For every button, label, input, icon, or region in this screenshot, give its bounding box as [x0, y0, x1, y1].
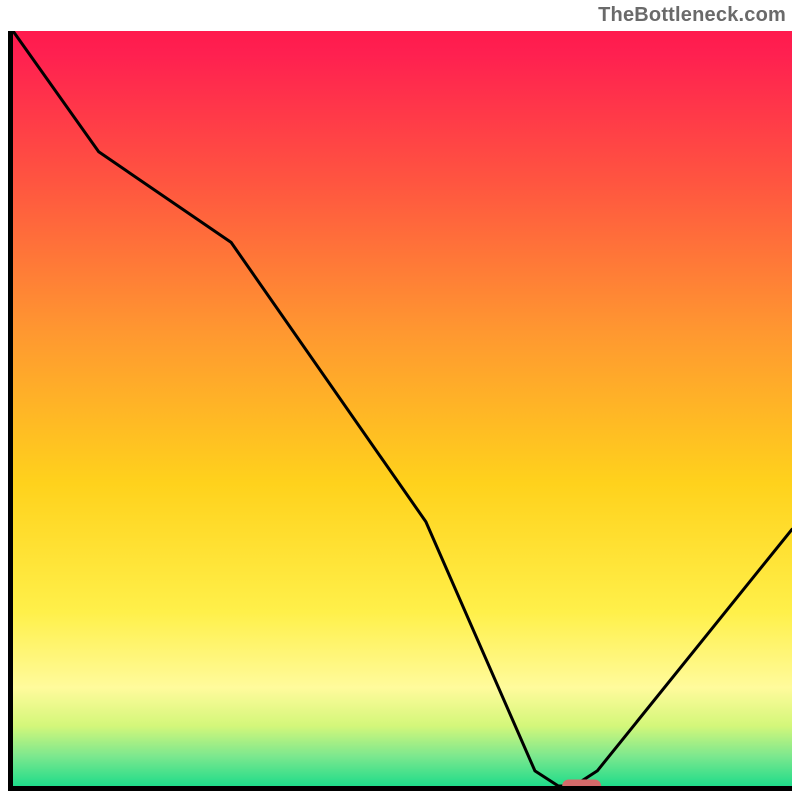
chart-axes-frame — [8, 31, 792, 791]
chart-overlay — [13, 31, 792, 786]
chart-curve — [13, 31, 792, 786]
watermark-text: TheBottleneck.com — [598, 4, 786, 27]
marker-pill — [562, 780, 601, 787]
